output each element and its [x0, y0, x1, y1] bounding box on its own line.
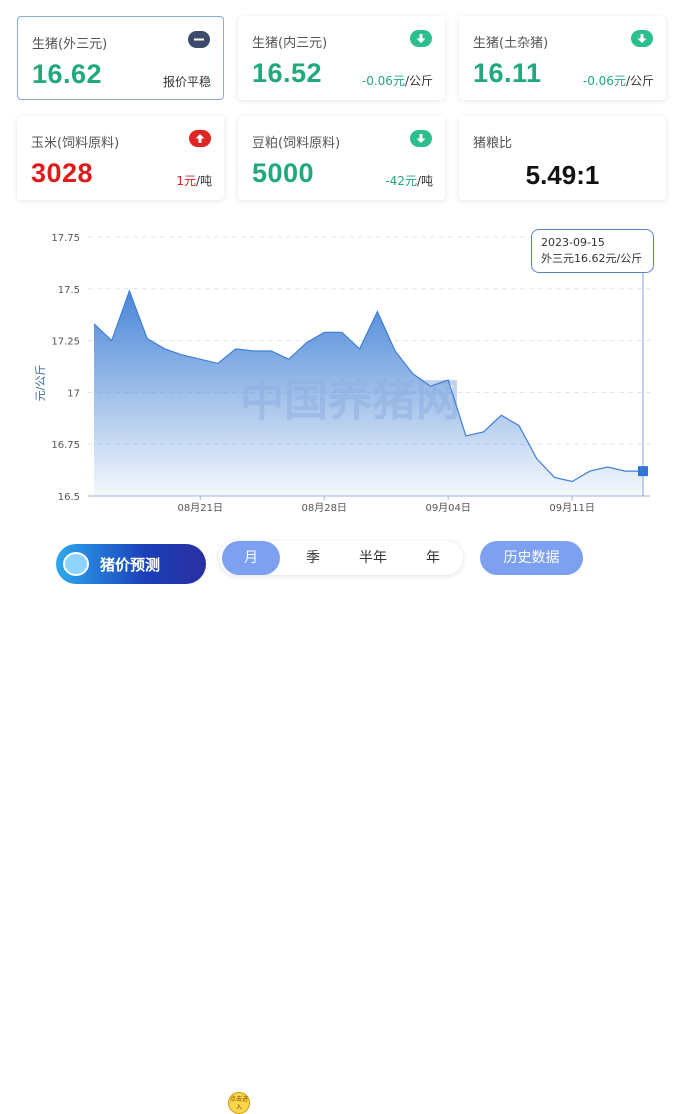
flat-trend-icon — [188, 31, 210, 48]
change-unit: /公斤 — [625, 74, 654, 88]
x-tick-label: 08月21日 — [178, 502, 223, 514]
change-amount: -0.06元 — [582, 74, 626, 88]
card-value: 16.11 — [473, 58, 542, 88]
down-arrow-icon — [631, 30, 653, 47]
card-value: 16.52 — [252, 58, 323, 88]
watermark-text: 中国养猪网 — [240, 375, 460, 426]
cloud-icon — [63, 552, 89, 576]
card-change: -0.06元/公斤 — [362, 72, 433, 89]
y-tick-label: 16.5 — [58, 492, 80, 503]
change-amount: -42元 — [385, 174, 417, 188]
enter-coin-icon: 点击进入 — [228, 1092, 250, 1114]
down-arrow-icon — [410, 130, 432, 147]
change-amount: 1元 — [176, 174, 196, 188]
up-arrow-icon — [189, 130, 211, 147]
tab-month[interactable]: 月 — [222, 541, 280, 575]
card-name: 生猪(外三元) — [32, 37, 108, 52]
price-forecast-button[interactable]: 猪价预测 点击进入 — [56, 544, 250, 1114]
y-tick-label: 17.5 — [58, 285, 80, 296]
ratio-value: 5.49:1 — [525, 160, 600, 190]
y-tick-label: 17.75 — [51, 233, 80, 244]
period-tabs: 月 季 半年 年 — [219, 541, 463, 575]
tab-quarter[interactable]: 季 — [285, 541, 341, 575]
change-unit: /吨 — [416, 174, 433, 188]
tab-half-year[interactable]: 半年 — [343, 541, 403, 575]
card-change: -42元/吨 — [385, 172, 433, 189]
forecast-label: 猪价预测 — [100, 556, 161, 574]
card-pig-outer3[interactable]: 生猪(外三元) 16.62 报价平稳 — [17, 16, 224, 100]
y-tick-label: 17 — [67, 388, 80, 399]
card-corn[interactable]: 玉米(饲料原料) 3028 1元/吨 — [17, 116, 224, 200]
card-change: -0.06元/公斤 — [583, 72, 654, 89]
change-unit: /公斤 — [404, 74, 433, 88]
card-value: 3028 — [31, 158, 94, 188]
card-value: 5000 — [252, 158, 315, 188]
y-tick-label: 16.75 — [51, 440, 80, 451]
tab-year[interactable]: 年 — [405, 541, 461, 575]
card-change: 报价平稳 — [162, 75, 211, 89]
change-unit: /吨 — [195, 174, 212, 188]
card-change: 1元/吨 — [176, 172, 212, 189]
card-pig-grain-ratio[interactable]: 猪粮比 5.49:1 — [459, 116, 666, 200]
x-tick-label: 09月04日 — [425, 502, 470, 514]
card-pig-inner3[interactable]: 生猪(内三元) 16.52 -0.06元/公斤 — [238, 16, 445, 100]
card-name: 玉米(饲料原料) — [31, 136, 120, 151]
card-name: 猪粮比 — [473, 136, 513, 151]
y-axis-ticks: 16.5 16.75 17 17.25 17.5 17.75 — [51, 233, 80, 503]
card-value: 16.62 — [32, 59, 103, 89]
tooltip-value: 外三元16.62元/公斤 — [541, 252, 643, 265]
x-axis-ticks: 08月21日 08月28日 09月04日 09月11日 — [178, 496, 595, 514]
card-name: 生猪(内三元) — [252, 36, 328, 51]
y-tick-label: 17.25 — [51, 337, 80, 348]
card-pig-local[interactable]: 生猪(土杂猪) 16.11 -0.06元/公斤 — [459, 16, 666, 100]
x-tick-label: 08月28日 — [301, 502, 346, 514]
chart-tooltip: 2023-09-15 外三元16.62元/公斤 — [531, 229, 654, 273]
card-name: 生猪(土杂猪) — [473, 36, 549, 51]
card-name: 豆粕(饲料原料) — [252, 136, 341, 151]
down-arrow-icon — [410, 30, 432, 47]
change-amount: -0.06元 — [361, 74, 405, 88]
x-tick-label: 09月11日 — [549, 502, 594, 514]
tooltip-date: 2023-09-15 — [541, 236, 605, 249]
y-axis-label: 元/公斤 — [34, 365, 47, 402]
history-data-button[interactable]: 历史数据 — [480, 541, 583, 575]
card-soymeal[interactable]: 豆粕(饲料原料) 5000 -42元/吨 — [238, 116, 445, 200]
selected-point-marker — [638, 466, 648, 477]
